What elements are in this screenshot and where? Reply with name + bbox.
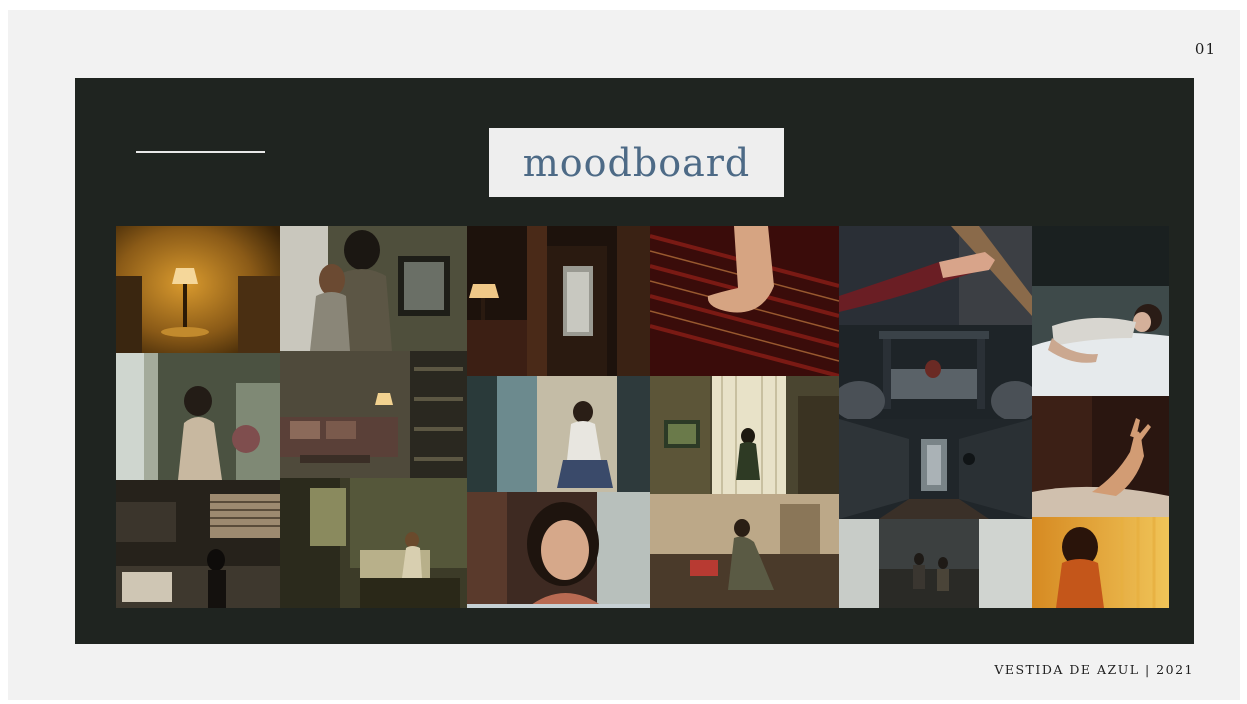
moodboard-panel: moodboard [75,78,1194,644]
photo-canopy-bed-room [839,325,1032,419]
photo-people-in-parlor [839,519,1032,608]
photo-dark-hallway [467,226,650,376]
photo-woman-on-bed [1032,226,1169,396]
page-number: 01 [1194,40,1216,58]
photo-kitchen-blinds [116,480,280,608]
photo-foot-on-rug [650,226,839,376]
photo-woman-golden-curtains [1032,517,1169,608]
photo-woman-portrait [467,492,650,608]
footer-credit: VESTIDA DE AZUL | 2021 [994,662,1194,677]
photo-lamp-wallpaper [116,226,280,353]
photo-woman-kneeling [650,494,839,608]
accent-line [136,151,265,153]
photo-woman-window [116,353,280,480]
photo-long-corridor [839,419,1032,519]
photo-couple-mirror [280,226,467,351]
photo-hand-on-rail [839,226,1032,325]
photo-man-crouching [467,376,650,492]
photo-girl-on-bed [280,478,467,608]
slide: 01 moodboard VESTIDA DE AZUL | 2021 [8,10,1240,700]
photo-raised-hand [1032,396,1169,517]
photo-boy-curtains [650,376,839,494]
page-title: moodboard [522,140,751,185]
photo-living-room-bookshelf [280,351,467,478]
title-box: moodboard [489,128,784,197]
